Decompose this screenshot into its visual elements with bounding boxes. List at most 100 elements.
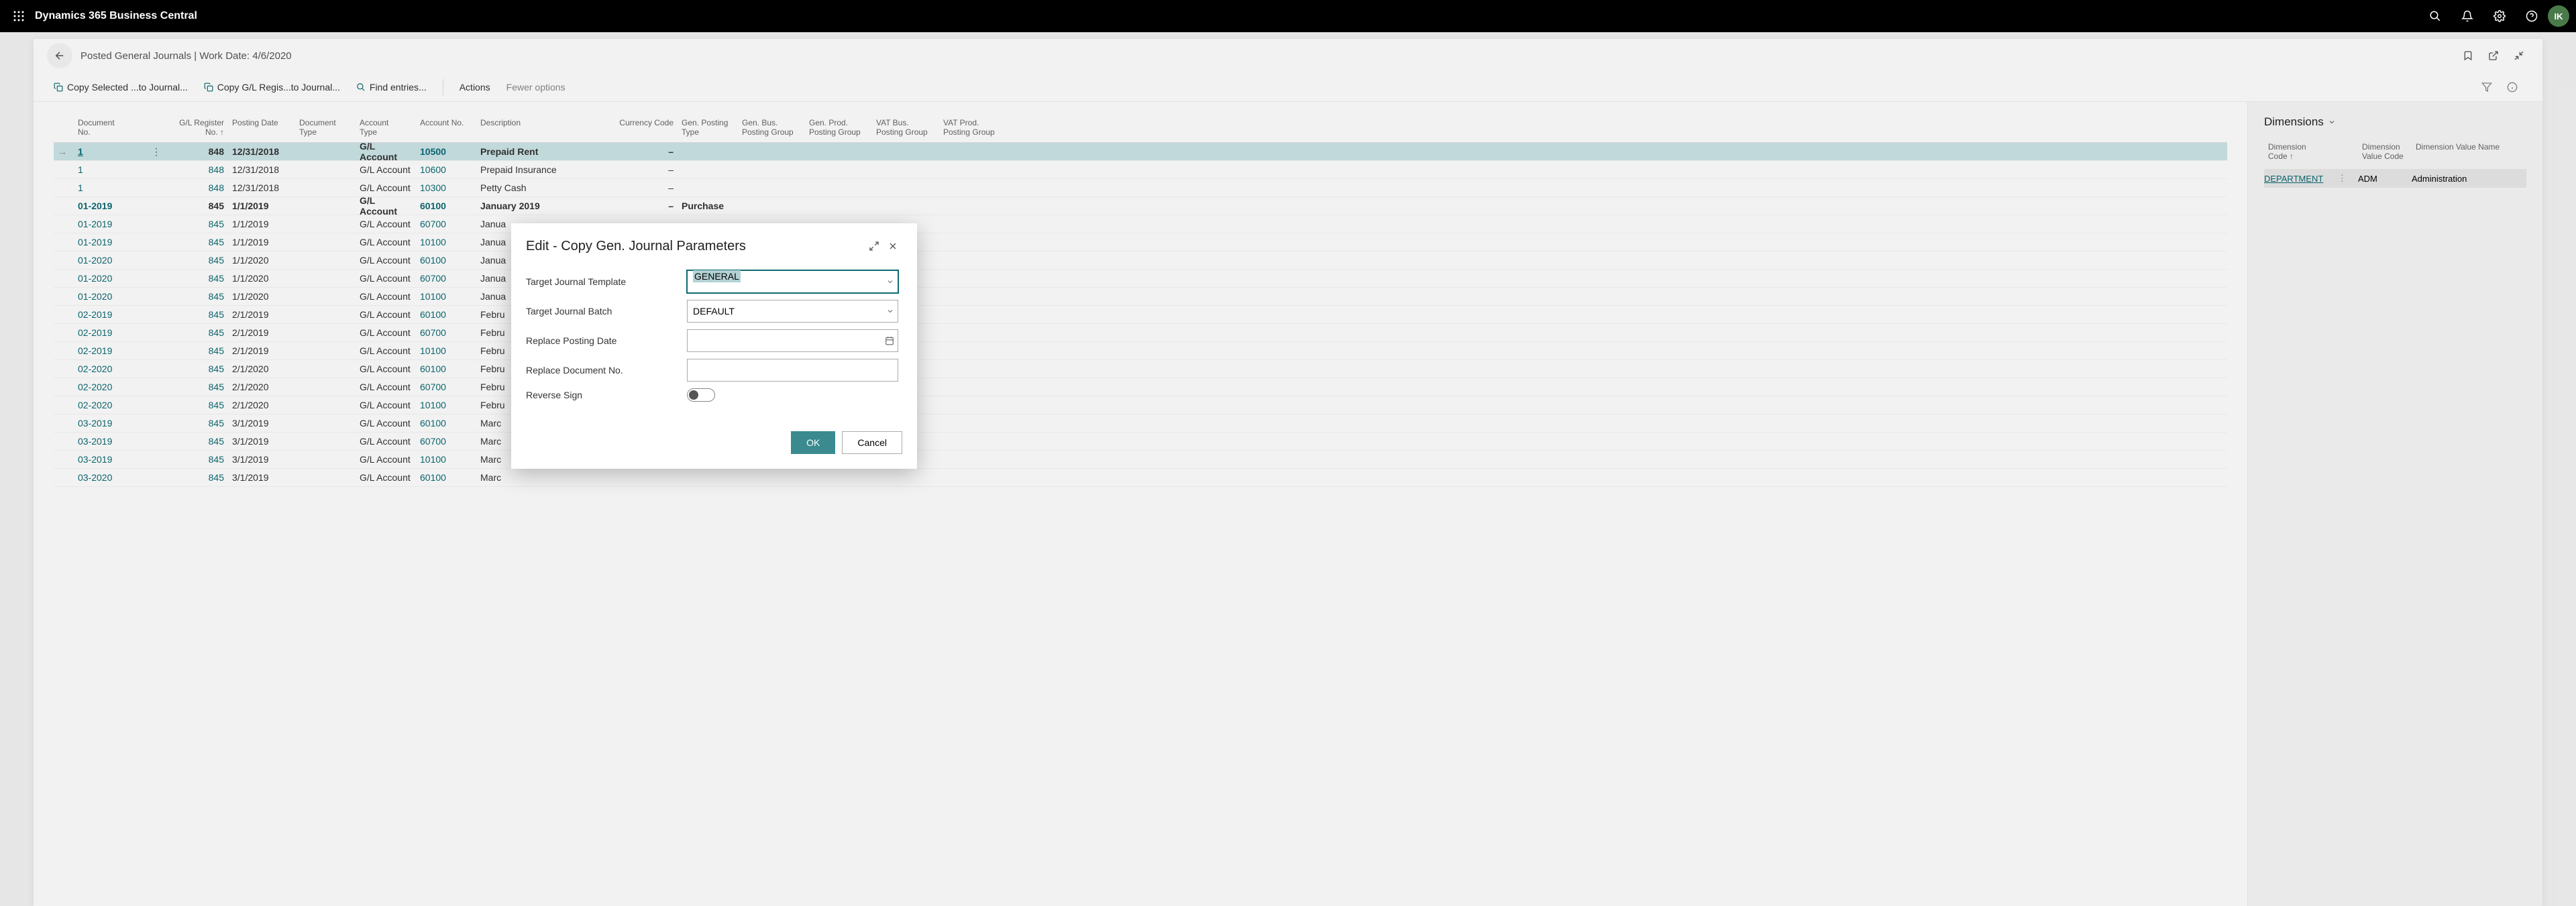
search-icon[interactable] bbox=[2419, 0, 2451, 32]
reg-no-link[interactable]: 845 bbox=[209, 454, 224, 465]
account-link[interactable]: 60100 bbox=[420, 418, 446, 429]
table-row[interactable]: 01-20198451/1/2019G/L Account60100Januar… bbox=[54, 197, 2227, 215]
doc-no-link[interactable]: 02-2019 bbox=[78, 309, 112, 320]
doc-no-link[interactable]: 01-2020 bbox=[78, 273, 112, 284]
table-row[interactable]: 03-20198453/1/2019G/L Account10100Marc bbox=[54, 451, 2227, 469]
doc-no-link[interactable]: 02-2020 bbox=[78, 400, 112, 410]
filter-icon[interactable] bbox=[2477, 77, 2497, 97]
factbox-title[interactable]: Dimensions bbox=[2264, 115, 2526, 129]
col-gpt[interactable]: Gen. Posting Type bbox=[678, 115, 738, 139]
account-link[interactable]: 10100 bbox=[420, 237, 446, 247]
table-row[interactable]: 02-20198452/1/2019G/L Account10100Febru bbox=[54, 342, 2227, 360]
copy-selected-button[interactable]: Copy Selected ...to Journal... bbox=[54, 82, 188, 93]
doc-no-link[interactable]: 03-2019 bbox=[78, 418, 112, 429]
account-link[interactable]: 60100 bbox=[420, 363, 446, 374]
batch-input[interactable]: DEFAULT bbox=[687, 300, 898, 323]
table-row[interactable]: 02-20208452/1/2020G/L Account10100Febru bbox=[54, 396, 2227, 414]
doc-no-link[interactable]: 01-2020 bbox=[78, 255, 112, 266]
col-doc-no[interactable]: Document No. bbox=[74, 115, 148, 139]
reg-no-link[interactable]: 845 bbox=[209, 237, 224, 247]
reg-no-link[interactable]: 845 bbox=[209, 291, 224, 302]
expand-icon[interactable] bbox=[865, 237, 883, 256]
reg-no-link[interactable]: 845 bbox=[209, 382, 224, 392]
doc-no-link[interactable]: 1 bbox=[78, 146, 83, 157]
account-link[interactable]: 10600 bbox=[420, 164, 446, 175]
reg-no-link[interactable]: 848 bbox=[209, 182, 224, 193]
table-row[interactable]: 01-20208451/1/2020G/L Account60700Janua bbox=[54, 270, 2227, 288]
col-acc-type[interactable]: Account Type bbox=[356, 115, 416, 139]
table-row[interactable]: 03-20198453/1/2019G/L Account60700Marc bbox=[54, 433, 2227, 451]
doc-no-link[interactable]: 02-2020 bbox=[78, 363, 112, 374]
ok-button[interactable]: OK bbox=[791, 431, 835, 454]
doc-no-link[interactable]: 1 bbox=[78, 164, 83, 175]
reg-no-link[interactable]: 845 bbox=[209, 400, 224, 410]
account-link[interactable]: 10100 bbox=[420, 454, 446, 465]
cancel-button[interactable]: Cancel bbox=[842, 431, 902, 454]
doc-no-link[interactable]: 01-2019 bbox=[78, 201, 112, 211]
reg-no-link[interactable]: 845 bbox=[209, 345, 224, 356]
reg-no-link[interactable]: 845 bbox=[209, 255, 224, 266]
popout-icon[interactable] bbox=[2483, 46, 2504, 66]
reg-no-link[interactable]: 845 bbox=[209, 219, 224, 229]
collapse-icon[interactable] bbox=[2509, 46, 2529, 66]
account-link[interactable]: 10100 bbox=[420, 400, 446, 410]
reg-no-link[interactable]: 845 bbox=[209, 472, 224, 483]
info-icon[interactable] bbox=[2502, 77, 2522, 97]
doc-no-link[interactable]: 01-2020 bbox=[78, 291, 112, 302]
fewer-options-button[interactable]: Fewer options bbox=[506, 82, 566, 93]
app-launcher-icon[interactable] bbox=[7, 4, 31, 28]
col-acc-no[interactable]: Account No. bbox=[416, 115, 476, 139]
help-icon[interactable] bbox=[2516, 0, 2548, 32]
reg-no-link[interactable]: 845 bbox=[209, 201, 224, 211]
reg-no-link[interactable]: 845 bbox=[209, 309, 224, 320]
table-row[interactable]: 02-20208452/1/2020G/L Account60100Febru bbox=[54, 360, 2227, 378]
actions-menu[interactable]: Actions bbox=[460, 82, 490, 93]
close-icon[interactable] bbox=[883, 237, 902, 256]
col-currency[interactable]: Currency Code bbox=[610, 115, 678, 139]
posting-date-input[interactable] bbox=[687, 329, 898, 352]
reg-no-link[interactable]: 848 bbox=[209, 164, 224, 175]
doc-no-link[interactable]: 03-2019 bbox=[78, 436, 112, 447]
find-entries-button[interactable]: Find entries... bbox=[356, 82, 427, 93]
dimension-code-link[interactable]: DEPARTMENT bbox=[2264, 174, 2323, 184]
doc-no-link[interactable]: 03-2020 bbox=[78, 472, 112, 483]
fb-col-value-code[interactable]: Dimension Value Code bbox=[2358, 141, 2412, 162]
doc-no-link[interactable]: 02-2019 bbox=[78, 345, 112, 356]
account-link[interactable]: 60700 bbox=[420, 436, 446, 447]
settings-icon[interactable] bbox=[2483, 0, 2516, 32]
account-link[interactable]: 10100 bbox=[420, 291, 446, 302]
col-gbpg[interactable]: Gen. Bus. Posting Group bbox=[738, 115, 805, 139]
table-row[interactable]: 01-20208451/1/2020G/L Account60100Janua bbox=[54, 251, 2227, 270]
table-row[interactable]: 03-20198453/1/2019G/L Account60100Marc bbox=[54, 414, 2227, 433]
col-vbpg[interactable]: VAT Bus. Posting Group bbox=[872, 115, 939, 139]
table-row[interactable]: 184812/31/2018G/L Account10600Prepaid In… bbox=[54, 161, 2227, 179]
factbox-row[interactable]: DEPARTMENT⋮ADMAdministration bbox=[2264, 169, 2526, 188]
account-link[interactable]: 10500 bbox=[420, 146, 446, 157]
table-row[interactable]: 01-20198451/1/2019G/L Account10100Janua bbox=[54, 233, 2227, 251]
reg-no-link[interactable]: 845 bbox=[209, 436, 224, 447]
account-link[interactable]: 60700 bbox=[420, 327, 446, 338]
table-row[interactable]: 01-20198451/1/2019G/L Account60700Janua bbox=[54, 215, 2227, 233]
col-gl-reg[interactable]: G/L Register No. ↑ bbox=[168, 115, 228, 139]
doc-no-link[interactable]: 02-2020 bbox=[78, 382, 112, 392]
table-row[interactable]: 02-20208452/1/2020G/L Account60700Febru bbox=[54, 378, 2227, 396]
doc-no-link[interactable]: 01-2019 bbox=[78, 237, 112, 247]
col-posting-date[interactable]: Posting Date bbox=[228, 115, 295, 139]
col-doc-type[interactable]: Document Type bbox=[295, 115, 356, 139]
table-row[interactable]: 03-20208453/1/2019G/L Account60100Marc bbox=[54, 469, 2227, 487]
account-link[interactable]: 60700 bbox=[420, 273, 446, 284]
account-link[interactable]: 60100 bbox=[420, 201, 446, 211]
account-link[interactable]: 60700 bbox=[420, 219, 446, 229]
reg-no-link[interactable]: 848 bbox=[209, 146, 224, 157]
reg-no-link[interactable]: 845 bbox=[209, 327, 224, 338]
col-description[interactable]: Description bbox=[476, 115, 610, 139]
account-link[interactable]: 10100 bbox=[420, 345, 446, 356]
col-gppg[interactable]: Gen. Prod. Posting Group bbox=[805, 115, 872, 139]
back-button[interactable] bbox=[47, 43, 72, 68]
doc-no-link[interactable]: 01-2019 bbox=[78, 219, 112, 229]
reg-no-link[interactable]: 845 bbox=[209, 273, 224, 284]
doc-no-link[interactable]: 02-2019 bbox=[78, 327, 112, 338]
notifications-icon[interactable] bbox=[2451, 0, 2483, 32]
account-link[interactable]: 10300 bbox=[420, 182, 446, 193]
table-row[interactable]: →1⋮84812/31/2018G/L Account10500Prepaid … bbox=[54, 143, 2227, 161]
